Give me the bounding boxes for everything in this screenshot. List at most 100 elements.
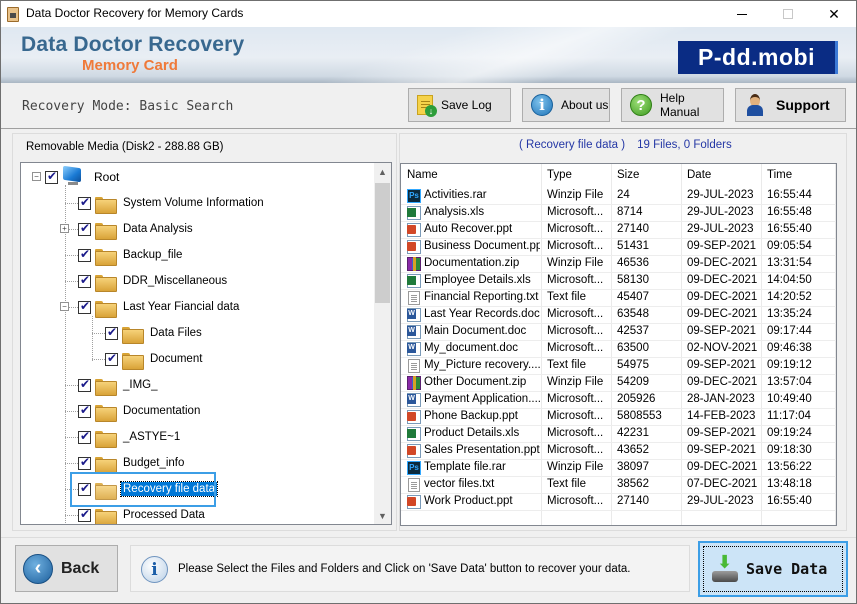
tree-node[interactable]: − Last Year Fiancial data	[60, 296, 241, 318]
file-row[interactable]: Financial Reporting.txt Text file 45407 09-…	[401, 290, 836, 307]
file-date: 02-NOV-2021	[687, 342, 758, 354]
tree-node[interactable]: Documentation	[65, 400, 202, 422]
tree-node-label: Budget_info	[123, 457, 185, 469]
file-type: Microsoft...	[547, 223, 604, 235]
file-row[interactable]: Product Details.xls Microsoft... 42231 09-S…	[401, 426, 836, 443]
file-name: Auto Recover.ppt	[424, 223, 513, 235]
file-list[interactable]: Name Type Size Date Time Ps Activities.rar Win…	[400, 163, 837, 526]
winzip-file-icon	[407, 376, 421, 390]
column-header-time[interactable]: Time	[767, 169, 792, 181]
close-button[interactable]: ✕	[811, 1, 857, 27]
save-log-button[interactable]: Save Log	[408, 88, 511, 122]
file-row[interactable]: Analysis.xls Microsoft... 8714 29-JUL-2023 1…	[401, 205, 836, 222]
tree-node[interactable]: − Root	[32, 166, 121, 188]
file-size: 43652	[617, 444, 649, 456]
tree-node[interactable]: Budget_info	[65, 452, 186, 474]
tree-checkbox[interactable]	[105, 351, 118, 366]
tree-scrollbar[interactable]: ▲ ▼	[374, 163, 391, 524]
file-type: Microsoft...	[547, 393, 604, 405]
tree-checkbox[interactable]	[78, 299, 91, 314]
file-size: 45407	[617, 291, 649, 303]
tree-checkbox[interactable]	[78, 507, 91, 522]
expand-icon[interactable]: +	[60, 224, 69, 233]
column-header-type[interactable]: Type	[547, 169, 572, 181]
tree-checkbox[interactable]	[78, 221, 91, 236]
file-date: 09-SEP-2021	[687, 427, 757, 439]
tree-checkbox[interactable]	[78, 247, 91, 262]
column-header-size[interactable]: Size	[617, 169, 639, 181]
column-header-date[interactable]: Date	[687, 169, 711, 181]
support-button[interactable]: Support	[735, 88, 846, 122]
maximize-button[interactable]	[765, 1, 811, 27]
file-size: 38562	[617, 478, 649, 490]
tree-checkbox[interactable]	[78, 273, 91, 288]
file-row[interactable]: Ps Template file.rar Winzip File 38097 09-DE…	[401, 460, 836, 477]
file-name: Template file.rar	[424, 461, 506, 473]
column-header-name[interactable]: Name	[407, 169, 438, 181]
tree-checkbox[interactable]	[78, 429, 91, 444]
help-icon: ?	[630, 94, 652, 116]
tree-node[interactable]: Processed Data	[65, 504, 207, 524]
scroll-up-icon[interactable]: ▲	[374, 163, 391, 180]
tree-guide-line	[65, 385, 78, 386]
scroll-thumb[interactable]	[375, 183, 390, 303]
file-row[interactable]: My_document.doc Microsoft... 63500 02-NOV-2…	[401, 341, 836, 358]
file-date: 14-FEB-2023	[687, 410, 756, 422]
folder-icon	[95, 508, 117, 524]
file-row[interactable]: Phone Backup.ppt Microsoft... 5808553 14-FE…	[401, 409, 836, 426]
tree-node[interactable]: _IMG_	[65, 374, 160, 396]
tree-node-label: DDR_Miscellaneous	[123, 275, 228, 287]
file-size: 38097	[617, 461, 649, 473]
file-type: Text file	[547, 359, 586, 371]
about-us-button[interactable]: i About us	[522, 88, 610, 122]
save-drive-icon	[712, 552, 738, 583]
support-person-icon	[746, 94, 764, 116]
file-row[interactable]: My_Picture recovery.... Text file 54975 09-…	[401, 358, 836, 375]
file-time: 16:55:40	[767, 495, 812, 507]
powerpoint-file-icon	[407, 223, 421, 237]
file-row[interactable]: Work Product.ppt Microsoft... 27140 29-JUL-…	[401, 494, 836, 511]
collapse-icon[interactable]: −	[32, 172, 41, 181]
file-row[interactable]: Sales Presentation.ppt Microsoft... 43652 0…	[401, 443, 836, 460]
file-row[interactable]: Last Year Records.doc Microsoft... 63548 09…	[401, 307, 836, 324]
file-row[interactable]: vector files.txt Text file 38562 07-DEC-202…	[401, 477, 836, 494]
tree-node[interactable]: DDR_Miscellaneous	[65, 270, 229, 292]
collapse-icon[interactable]: −	[60, 302, 69, 311]
file-size: 63500	[617, 342, 649, 354]
file-time: 14:04:50	[767, 274, 812, 286]
help-manual-button[interactable]: ? Help Manual	[621, 88, 724, 122]
file-row[interactable]: Main Document.doc Microsoft... 42537 09-SEP…	[401, 324, 836, 341]
folder-tree[interactable]: ▲ ▼ − Root System Volume Information + Data …	[20, 162, 392, 525]
file-row[interactable]: Employee Details.xls Microsoft... 58130 09-…	[401, 273, 836, 290]
file-date: 09-SEP-2021	[687, 444, 757, 456]
back-button[interactable]: ‹ Back	[15, 545, 118, 592]
file-row[interactable]: Auto Recover.ppt Microsoft... 27140 29-JUL-…	[401, 222, 836, 239]
tree-checkbox[interactable]	[78, 377, 91, 392]
folder-icon	[122, 326, 144, 344]
file-row[interactable]: Payment Application.... Microsoft... 20592…	[401, 392, 836, 409]
tree-node[interactable]: + Data Analysis	[60, 218, 195, 240]
powerpoint-file-icon	[407, 495, 421, 509]
scroll-down-icon[interactable]: ▼	[374, 507, 391, 524]
tree-checkbox[interactable]	[105, 325, 118, 340]
file-row[interactable]: Documentation.zip Winzip File 46536 09-DEC-…	[401, 256, 836, 273]
tree-checkbox[interactable]	[78, 195, 91, 210]
tree-node[interactable]: System Volume Information	[65, 192, 266, 214]
file-type: Microsoft...	[547, 240, 604, 252]
tree-checkbox[interactable]	[78, 403, 91, 418]
tree-node[interactable]: Data Files	[92, 322, 204, 344]
tree-node[interactable]: Document	[92, 348, 204, 370]
tree-node[interactable]: Backup_file	[65, 244, 184, 266]
file-row[interactable]: Business Document.ppt Microsoft... 51431 09…	[401, 239, 836, 256]
save-data-button[interactable]: Save Data	[698, 541, 848, 597]
file-row[interactable]: Other Document.zip Winzip File 54209 09-DEC…	[401, 375, 836, 392]
minimize-button[interactable]	[719, 1, 765, 27]
tree-checkbox[interactable]	[45, 169, 58, 184]
text-file-icon	[408, 478, 420, 492]
file-row[interactable]: Ps Activities.rar Winzip File 24 29-JUL-2023…	[401, 188, 836, 205]
folder-icon	[95, 248, 117, 266]
save-data-focus: Save Data	[703, 546, 843, 592]
tree-node-label: Processed Data	[123, 509, 205, 521]
tree-checkbox[interactable]	[78, 455, 91, 470]
tree-node[interactable]: _ASTYE~1	[65, 426, 182, 448]
